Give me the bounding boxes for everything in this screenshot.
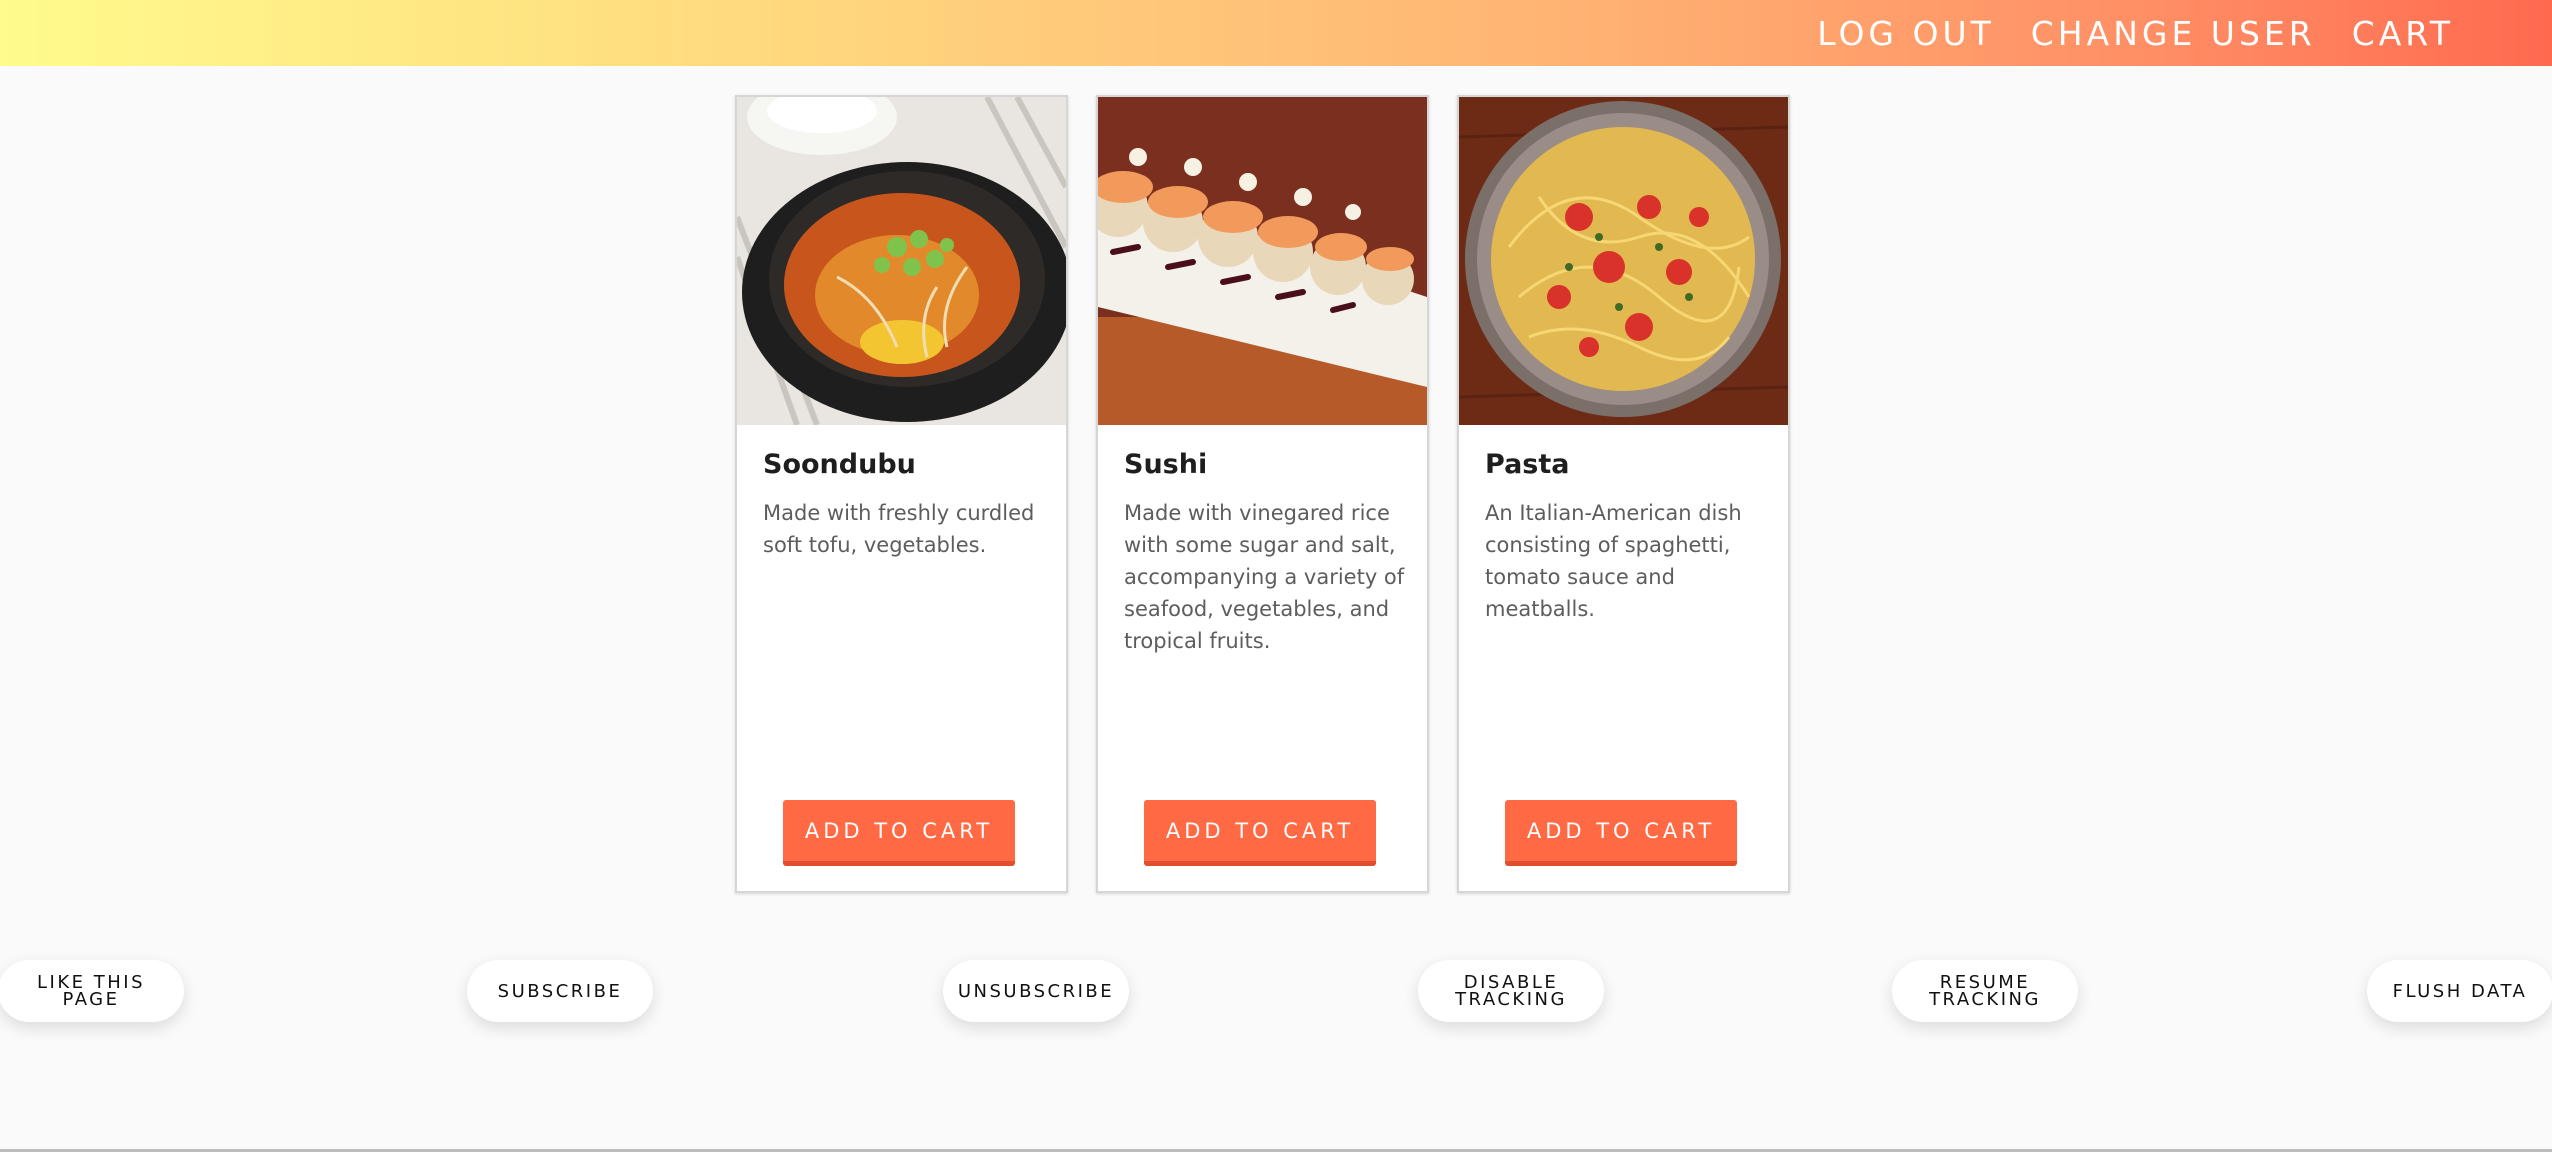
add-to-cart-button-soondubu[interactable]: ADD TO CART — [783, 800, 1015, 866]
add-to-cart-button-sushi[interactable]: ADD TO CART — [1144, 800, 1376, 866]
resume-tracking-button[interactable]: RESUME TRACKING — [1892, 960, 2078, 1022]
cart-link[interactable]: CART — [2352, 14, 2454, 53]
pasta-image — [1459, 97, 1788, 425]
product-list: Soondubu Made with freshly curdled soft … — [735, 95, 1790, 893]
add-to-cart-button-pasta[interactable]: ADD TO CART — [1505, 800, 1737, 866]
product-description: An Italian-American dish consisting of s… — [1485, 501, 1742, 621]
top-nav-bar: LOG OUT CHANGE USER CART — [0, 0, 2552, 66]
product-card-sushi: Sushi Made with vinegared rice with some… — [1096, 95, 1429, 893]
like-this-page-button[interactable]: LIKE THIS PAGE — [0, 960, 184, 1022]
unsubscribe-button[interactable]: UNSUBSCRIBE — [943, 960, 1129, 1022]
product-card-pasta: Pasta An Italian-American dish consistin… — [1457, 95, 1790, 893]
disable-tracking-button[interactable]: DISABLE TRACKING — [1418, 960, 1604, 1022]
flush-data-button[interactable]: FLUSH DATA — [2367, 960, 2552, 1022]
sushi-image — [1098, 97, 1427, 425]
change-user-link[interactable]: CHANGE USER — [2031, 14, 2316, 53]
tracking-actions: LIKE THIS PAGE SUBSCRIBE UNSUBSCRIBE DIS… — [0, 960, 2552, 1022]
product-description: Made with vinegared rice with some sugar… — [1124, 501, 1405, 653]
product-title: Soondubu — [763, 449, 916, 480]
product-card-soondubu: Soondubu Made with freshly curdled soft … — [735, 95, 1068, 893]
soondubu-image — [737, 97, 1066, 425]
product-title: Pasta — [1485, 449, 1570, 480]
log-out-link[interactable]: LOG OUT — [1817, 14, 1995, 53]
subscribe-button[interactable]: SUBSCRIBE — [467, 960, 653, 1022]
product-description: Made with freshly curdled soft tofu, veg… — [763, 501, 1035, 557]
product-title: Sushi — [1124, 449, 1208, 480]
